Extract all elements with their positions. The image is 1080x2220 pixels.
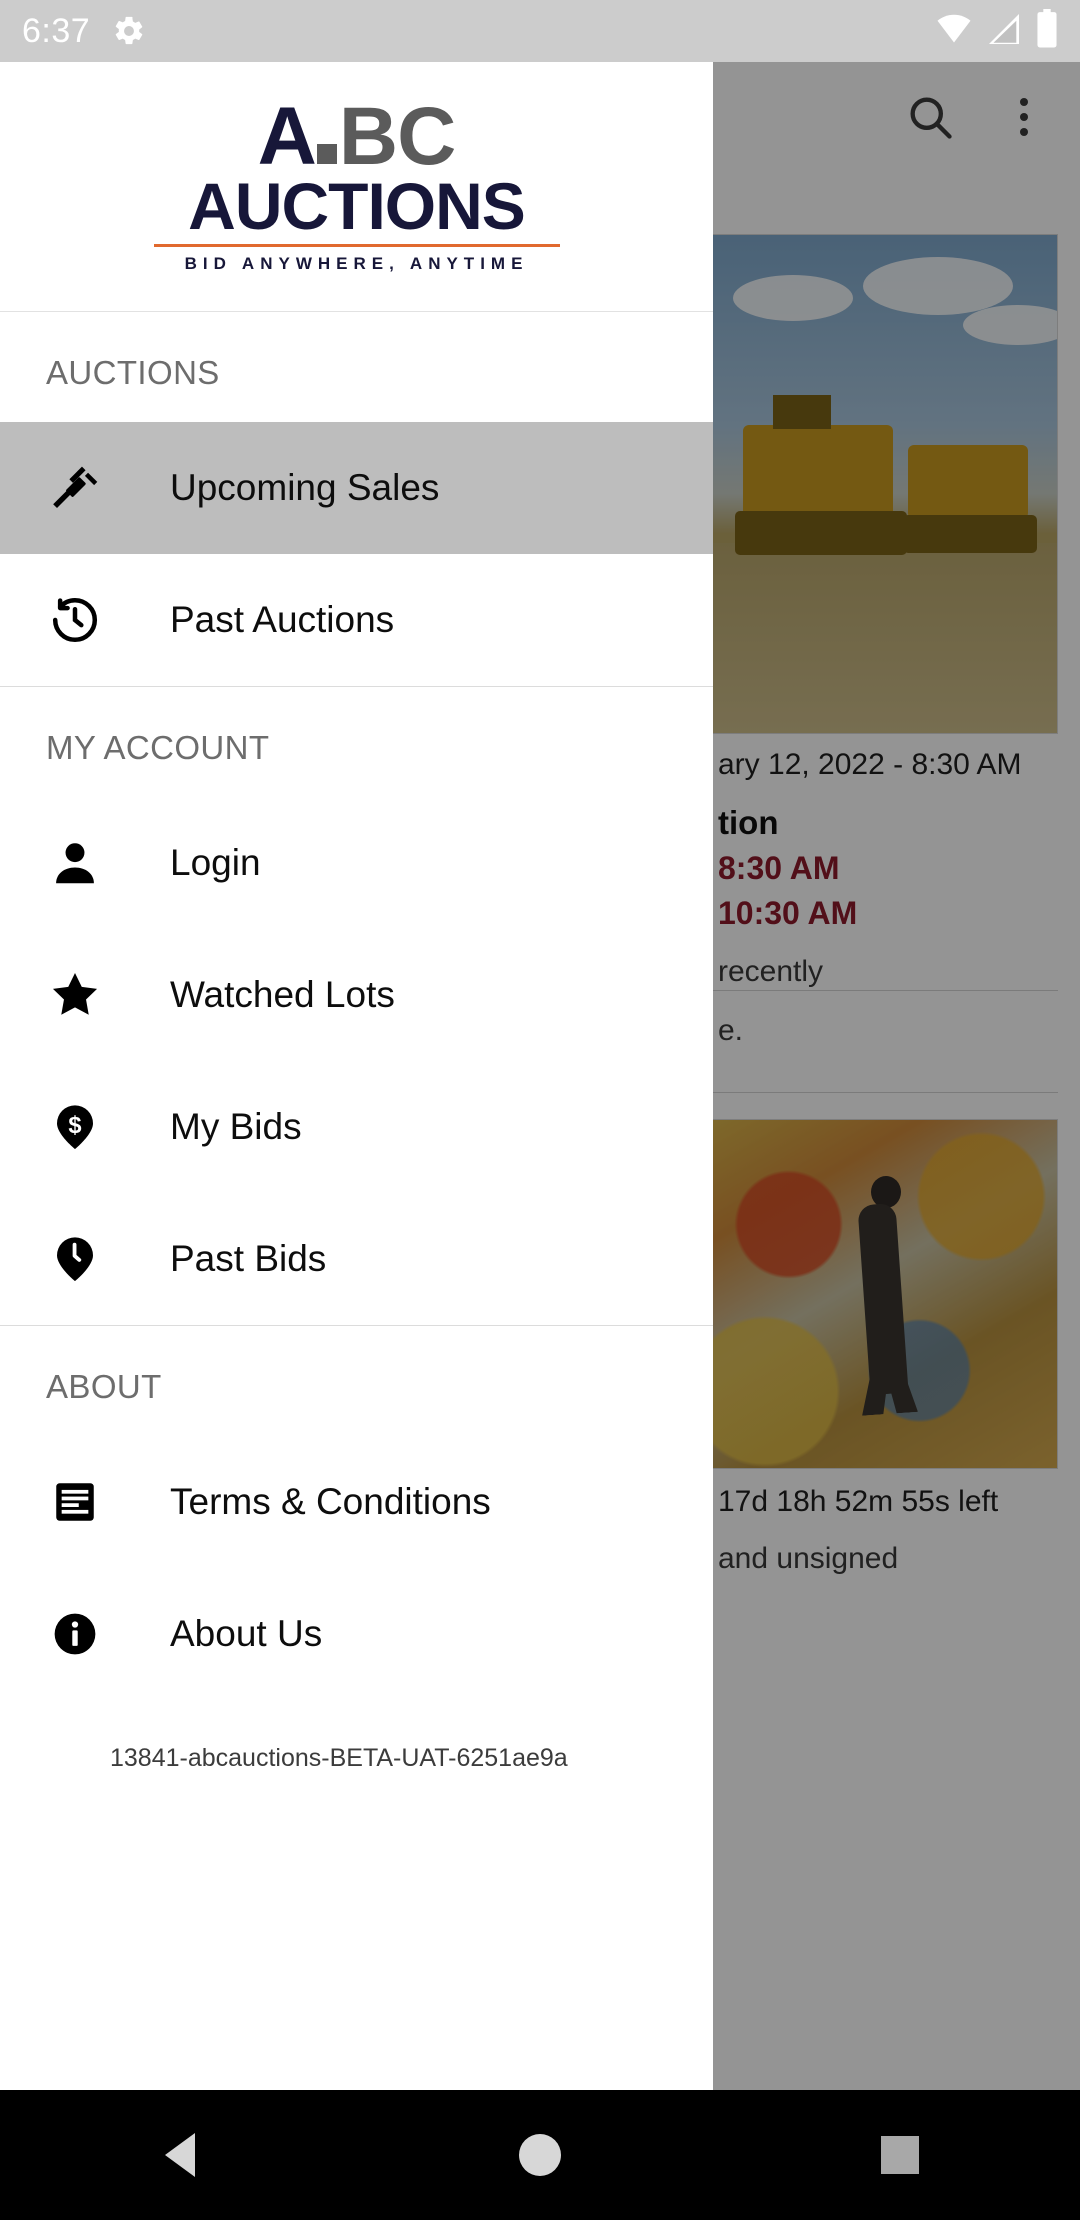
drawer-item-terms-conditions[interactable]: Terms & Conditions [0, 1436, 713, 1568]
drawer-filler [0, 1773, 713, 2090]
drawer-item-label: Past Bids [170, 1238, 327, 1279]
drawer-item-label: Upcoming Sales [170, 467, 440, 508]
drawer-item-label: About Us [170, 1613, 323, 1654]
drawer-section-my-account: MY ACCOUNT Login Watched Lots $ My Bids … [0, 687, 713, 1326]
section-header-about: ABOUT [46, 1368, 162, 1405]
history-icon [46, 591, 104, 649]
drawer-item-label: My Bids [170, 1106, 302, 1147]
logo-word-auctions: AUCTIONS [188, 168, 526, 243]
logo-tagline: BID ANYWHERE, ANYTIME [184, 253, 529, 273]
person-icon [46, 834, 104, 892]
logo-orange-rule [153, 243, 560, 247]
app-version-label: 13841-abcauctions-BETA-UAT-6251ae9a [110, 1744, 568, 1772]
drawer-logo-header: A BC AUCTIONS BID ANYWHERE, ANYTIME [0, 62, 713, 312]
drawer-item-login[interactable]: Login [0, 797, 713, 929]
recents-button[interactable] [840, 2090, 960, 2220]
back-triangle-icon [165, 2133, 195, 2177]
info-icon [46, 1605, 104, 1663]
logo-letters-bc: BC [338, 91, 456, 183]
back-button[interactable] [120, 2090, 240, 2220]
drawer-item-label: Watched Lots [170, 974, 395, 1015]
drawer-item-past-auctions[interactable]: Past Auctions [0, 554, 713, 686]
drawer-item-about-us[interactable]: About Us [0, 1568, 713, 1700]
recents-square-icon [881, 2136, 919, 2174]
drawer-item-past-bids[interactable]: Past Bids [0, 1193, 713, 1325]
article-icon [46, 1473, 104, 1531]
navigation-drawer: A BC AUCTIONS BID ANYWHERE, ANYTIME AUCTI… [0, 62, 713, 2090]
drawer-item-upcoming-sales[interactable]: Upcoming Sales [0, 422, 713, 554]
drawer-section-about: ABOUT Terms & Conditions About Us 13841-… [0, 1326, 713, 1773]
dollar-pin-icon: $ [46, 1098, 104, 1156]
status-time: 6:37 [22, 11, 91, 50]
status-bar: 6:37 [0, 0, 1080, 62]
drawer-item-watched-lots[interactable]: Watched Lots [0, 929, 713, 1061]
logo-letter-a: A [257, 91, 317, 183]
clock-pin-icon [46, 1230, 104, 1288]
home-circle-icon [519, 2134, 561, 2176]
drawer-item-label: Login [170, 842, 261, 883]
gear-icon [112, 14, 146, 48]
star-icon [46, 966, 104, 1024]
drawer-item-my-bids[interactable]: $ My Bids [0, 1061, 713, 1193]
section-header-my-account: MY ACCOUNT [46, 729, 270, 766]
drawer-section-auctions: AUCTIONS Upcoming Sales Past Auctions [0, 312, 713, 687]
battery-icon [1036, 8, 1058, 54]
logo-abc: A BC [257, 91, 457, 183]
wifi-icon [936, 11, 972, 52]
section-header-auctions: AUCTIONS [46, 354, 220, 391]
drawer-item-label: Past Auctions [170, 599, 395, 640]
android-navigation-bar [0, 2090, 1080, 2220]
svg-text:$: $ [68, 1113, 81, 1139]
home-button[interactable] [480, 2090, 600, 2220]
gavel-icon [46, 459, 104, 517]
drawer-item-label: Terms & Conditions [170, 1481, 491, 1522]
cellular-signal-icon [986, 11, 1022, 52]
phone-screen: ary 12, 2022 - 8:30 AM tion 8:30 AM 10:3… [0, 0, 1080, 2220]
logo-dot [316, 144, 337, 165]
